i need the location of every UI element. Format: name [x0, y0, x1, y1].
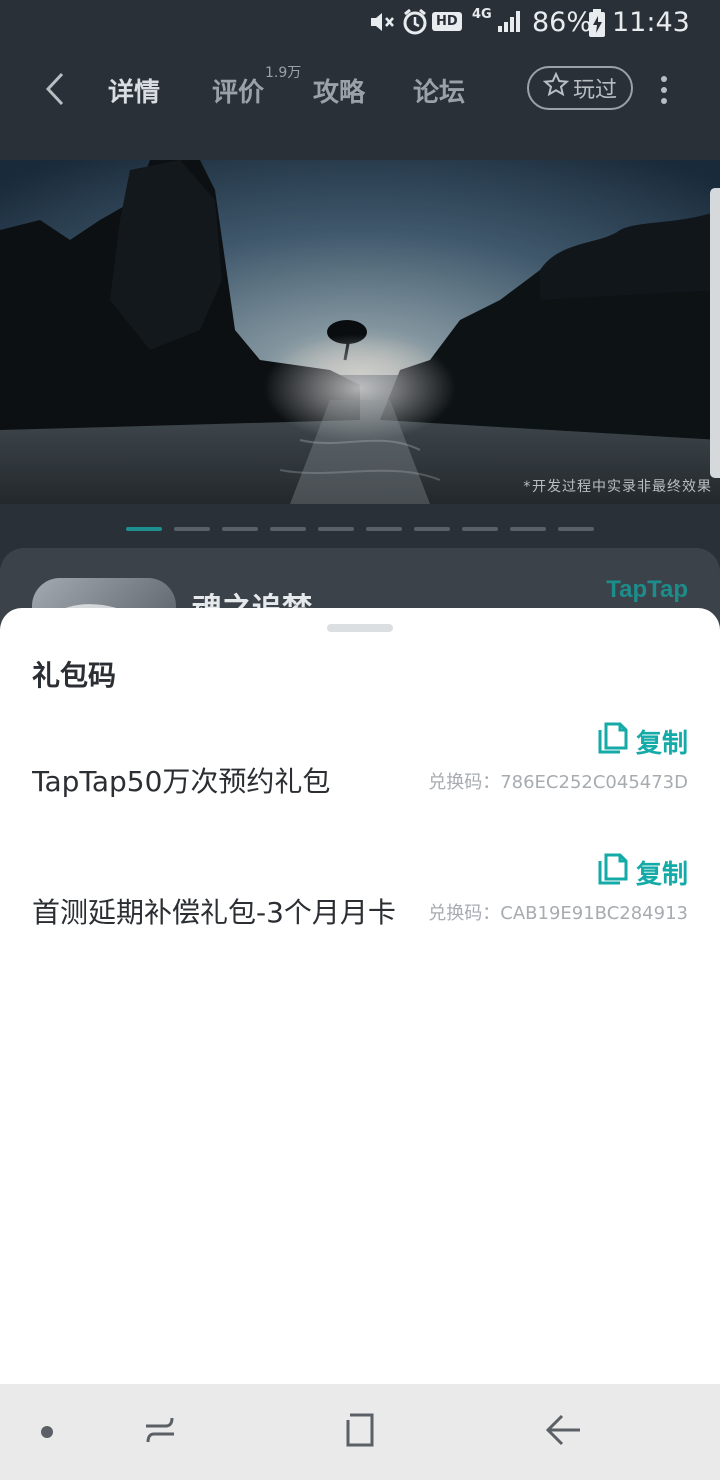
gift-item: TapTap50万次预约礼包 复制 兑换码：786EC252C045473D — [0, 722, 720, 832]
copy-button[interactable]: 复制 — [598, 853, 688, 892]
clock: 11:43 — [612, 7, 690, 38]
tab-guides[interactable]: 攻略 — [313, 72, 365, 109]
pager-dot[interactable] — [270, 527, 306, 531]
pager-dot[interactable] — [558, 527, 594, 531]
tab-reviews[interactable]: 评价 — [212, 72, 264, 109]
hero-screenshot[interactable]: *开发过程中实录非最终效果 — [0, 160, 720, 504]
gift-item: 首测延期补偿礼包-3个月月卡 复制 兑换码：CAB19E91BC284913 — [0, 853, 720, 963]
copy-button[interactable]: 复制 — [598, 722, 688, 761]
gift-code: 兑换码：786EC252C045473D — [428, 772, 688, 793]
system-nav-bar — [0, 1384, 720, 1480]
top-nav: 详情 评价 1.9万 攻略 论坛 玩过 — [0, 48, 720, 132]
copy-icon — [598, 722, 628, 761]
pager-dot[interactable] — [126, 527, 162, 531]
gift-name: TapTap50万次预约礼包 — [32, 765, 331, 798]
mute-icon — [368, 8, 396, 36]
pager-dot[interactable] — [174, 527, 210, 531]
played-label: 玩过 — [572, 78, 617, 103]
gift-name: 首测延期补偿礼包-3个月月卡 — [32, 896, 396, 929]
copy-label: 复制 — [635, 729, 688, 759]
home-icon[interactable] — [342, 1412, 378, 1452]
hero-scene-image — [0, 160, 720, 504]
taptap-logo: TapTap — [606, 576, 688, 603]
recent-apps-icon[interactable] — [142, 1412, 178, 1452]
carousel-pager — [126, 527, 594, 531]
signal-icon — [496, 8, 524, 34]
pager-dot[interactable] — [366, 527, 402, 531]
pager-dot[interactable] — [462, 527, 498, 531]
pager-dot[interactable] — [222, 527, 258, 531]
hero-caption: *开发过程中实录非最终效果 — [522, 479, 712, 495]
tab-details[interactable]: 详情 — [108, 72, 160, 109]
battery-icon — [588, 8, 606, 38]
back-icon[interactable] — [40, 70, 70, 112]
gift-code: 兑换码：CAB19E91BC284913 — [428, 903, 688, 924]
more-icon[interactable] — [656, 74, 672, 110]
pager-dot[interactable] — [318, 527, 354, 531]
hero-scroll-indicator — [710, 188, 720, 478]
tab-forum[interactable]: 论坛 — [413, 72, 465, 109]
pager-dot[interactable] — [510, 527, 546, 531]
nav-dot-icon — [40, 1424, 54, 1443]
star-icon — [542, 71, 570, 104]
copy-icon — [598, 853, 628, 892]
sheet-title: 礼包码 — [32, 659, 117, 692]
network-type: 4G — [472, 7, 492, 22]
hd-badge: HD — [432, 12, 462, 31]
sheet-drag-handle[interactable] — [327, 624, 393, 632]
played-button[interactable]: 玩过 — [527, 66, 633, 110]
status-bar: HD 4G 86% 11:43 — [0, 0, 720, 48]
battery-percent: 86% — [532, 7, 593, 38]
gift-code-sheet: 礼包码 TapTap50万次预约礼包 复制 兑换码：786EC252C04547… — [0, 608, 720, 1384]
copy-label: 复制 — [635, 860, 688, 890]
screen: HD 4G 86% 11:43 详情 评价 1.9万 攻略 论坛 玩过 *开发过… — [0, 0, 720, 1480]
pager-dot[interactable] — [414, 527, 450, 531]
reviews-count-badge: 1.9万 — [265, 65, 302, 81]
nav-back-icon[interactable] — [544, 1412, 582, 1452]
alarm-icon — [402, 8, 428, 36]
